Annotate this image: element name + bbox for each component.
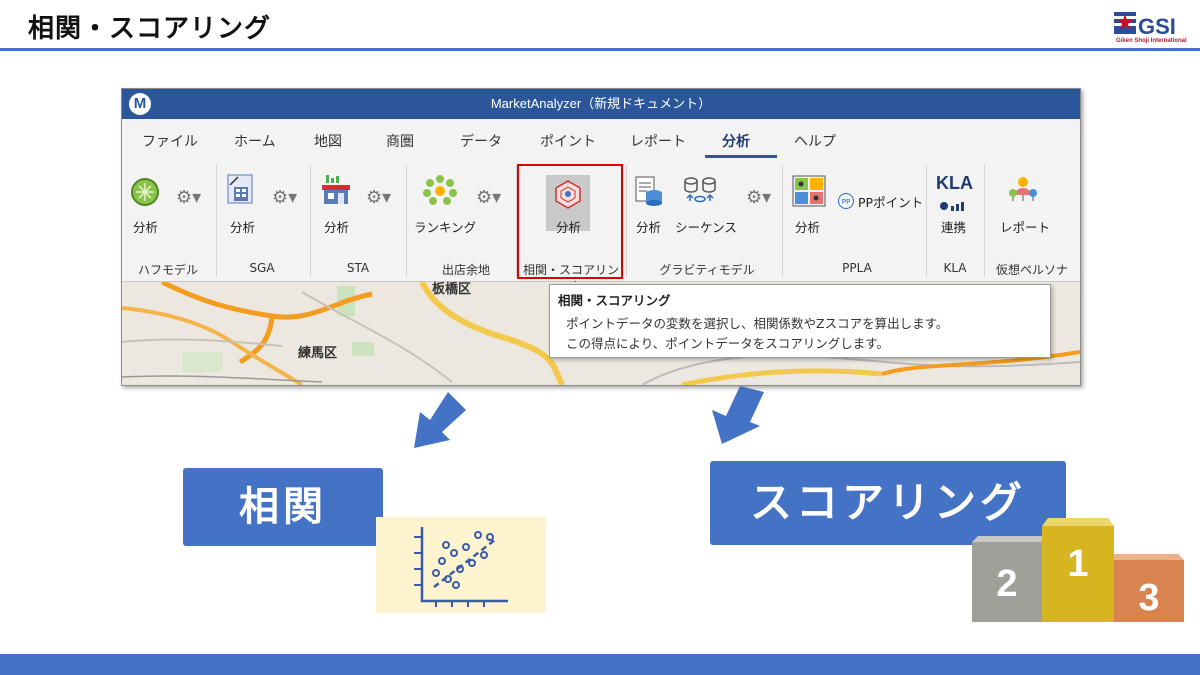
ppla-icon[interactable] <box>792 175 826 211</box>
footer-bar <box>0 654 1200 675</box>
sta-icon[interactable] <box>320 173 354 211</box>
ranking-icon[interactable] <box>422 173 458 211</box>
pp-point-badge-icon[interactable]: PP <box>838 193 854 209</box>
tab-file[interactable]: ファイル <box>142 131 198 151</box>
scatter-plot-icon <box>376 517 546 617</box>
arrow-down-left-icon <box>400 392 470 454</box>
huff-settings-gear-icon[interactable]: ⚙▾ <box>176 187 201 208</box>
pp-point-button[interactable]: PPポイント <box>858 192 923 211</box>
correlation-highlight-frame <box>517 164 623 279</box>
group-gravity-model: グラビティモデル <box>659 263 755 277</box>
menu-bar: ファイル ホーム 地図 商圏 データ ポイント レポート 分析 ヘルプ <box>122 119 1080 159</box>
sga-analyze-button[interactable]: 分析 <box>230 217 255 236</box>
sta-settings-gear-icon[interactable]: ⚙▾ <box>366 187 391 208</box>
group-virtual-persona: 仮想ペルソナ <box>995 263 1068 277</box>
arrow-down-icon <box>708 386 768 452</box>
kla-bars-icon <box>940 196 968 215</box>
ranking-settings-gear-icon[interactable]: ⚙▾ <box>476 187 501 208</box>
logo-mark-text: GSI <box>1138 14 1176 39</box>
logo-caption: Giken Shoji International <box>1116 38 1187 44</box>
group-sga: SGA <box>249 261 275 275</box>
group-sta: STA <box>346 261 370 275</box>
persona-icon[interactable] <box>1006 175 1040 209</box>
ribbon-separator <box>626 165 627 277</box>
tooltip-line-2: この得点により、ポイントデータをスコアリングします。 <box>566 336 890 351</box>
map-label-itabashi: 板橋区 <box>432 282 472 297</box>
kla-icon[interactable]: KLA <box>936 173 973 194</box>
app-window: M MarketAnalyzer（新規ドキュメント） ファイル ホーム 地図 商… <box>121 88 1081 386</box>
tab-trade-area[interactable]: 商圏 <box>386 131 414 151</box>
title-bar: M MarketAnalyzer（新規ドキュメント） <box>122 89 1080 119</box>
huff-analyze-button[interactable]: 分析 <box>133 217 158 236</box>
title-divider <box>0 48 1200 51</box>
tab-home[interactable]: ホーム <box>234 131 276 151</box>
ranking-button[interactable]: ランキング <box>414 217 476 236</box>
group-kla: KLA <box>943 261 967 275</box>
gravity-analyze-button[interactable]: 分析 <box>636 217 661 236</box>
ribbon-separator <box>984 165 985 277</box>
group-huff-model: ハフモデル <box>137 263 198 277</box>
group-ppla: PPLA <box>842 261 872 275</box>
podium-first-label: 1 <box>1067 543 1088 585</box>
active-tab-indicator <box>705 155 777 158</box>
tab-data[interactable]: データ <box>460 131 502 151</box>
ppla-analyze-button[interactable]: 分析 <box>795 217 820 236</box>
correlation-tooltip: 相関・スコアリング ポイントデータの変数を選択し、相関係数やZスコアを算出します… <box>549 284 1051 358</box>
gravity-sequence-icon[interactable] <box>682 175 718 211</box>
slide-title: 相関・スコアリング <box>28 14 272 44</box>
persona-report-button[interactable]: レポート <box>1000 217 1050 236</box>
gravity-settings-gear-icon[interactable]: ⚙▾ <box>746 187 771 208</box>
tab-point[interactable]: ポイント <box>540 131 596 151</box>
podium-icon: 2 1 3 <box>972 518 1186 628</box>
ribbon-separator <box>926 165 927 277</box>
correlation-label-box: 相関 <box>183 468 383 546</box>
gravity-analyze-icon[interactable] <box>634 175 664 211</box>
kla-link-button[interactable]: 連携 <box>941 217 966 236</box>
map-label-nerima: 練馬区 <box>298 346 338 361</box>
sga-settings-gear-icon[interactable]: ⚙▾ <box>272 187 297 208</box>
tab-report[interactable]: レポート <box>630 131 686 151</box>
group-store-potential: 出店余地 <box>441 263 490 277</box>
podium-second-label: 2 <box>996 563 1017 605</box>
ribbon-separator <box>216 165 217 277</box>
ribbon-separator <box>782 165 783 277</box>
ribbon-separator <box>310 165 311 277</box>
tooltip-title: 相関・スコアリング <box>558 293 671 308</box>
gravity-sequence-button[interactable]: シーケンス <box>675 217 737 236</box>
sga-icon[interactable] <box>226 173 258 211</box>
tab-analysis[interactable]: 分析 <box>722 131 750 151</box>
tooltip-line-1: ポイントデータの変数を選択し、相関係数やZスコアを算出します。 <box>566 316 949 331</box>
tab-map[interactable]: 地図 <box>314 131 342 151</box>
podium-third-label: 3 <box>1138 577 1159 619</box>
tab-help[interactable]: ヘルプ <box>794 131 836 151</box>
sta-analyze-button[interactable]: 分析 <box>324 217 349 236</box>
ribbon-separator <box>406 165 407 277</box>
window-title: MarketAnalyzer（新規ドキュメント） <box>490 96 712 111</box>
huff-model-icon[interactable] <box>130 177 160 211</box>
